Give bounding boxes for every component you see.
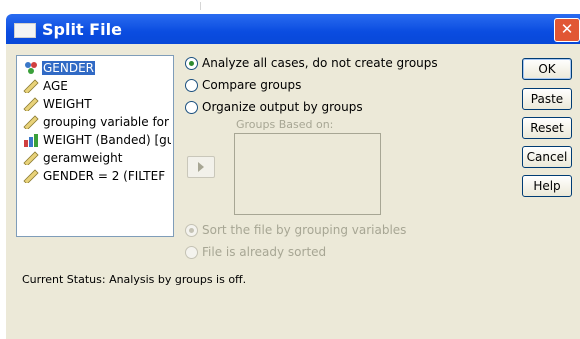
variable-item[interactable]: AGE (23, 78, 171, 94)
scale-variable-icon (23, 78, 39, 93)
groups-based-on-list[interactable] (234, 133, 381, 215)
ok-button[interactable]: OK (522, 58, 572, 80)
radio-selected-icon (185, 224, 198, 237)
scale-variable-icon (23, 114, 39, 129)
scale-variable-icon (23, 150, 39, 165)
radio-icon (185, 101, 198, 114)
variable-item[interactable]: geramweight (23, 150, 171, 166)
compare-groups-radio[interactable]: Compare groups (185, 78, 301, 92)
radio-icon (185, 79, 198, 92)
organize-output-radio[interactable]: Organize output by groups (185, 100, 363, 114)
variable-item[interactable]: WEIGHT (23, 96, 171, 112)
variable-item[interactable]: GENDER (23, 60, 171, 76)
variable-item[interactable]: grouping variable for a (23, 114, 171, 130)
close-button[interactable]: ✕ (554, 18, 580, 42)
background-divider (200, 2, 201, 10)
scale-variable-icon (23, 96, 39, 111)
sort-file-radio[interactable]: Sort the file by grouping variables (185, 223, 406, 237)
arrow-right-icon (198, 162, 204, 172)
variable-item[interactable]: WEIGHT (Banded) [gu (23, 132, 171, 148)
scale-variable-icon (23, 168, 39, 183)
variable-list[interactable]: GENDER AGE WEIGHT grouping variable for … (16, 55, 174, 237)
title-bar: Split File ✕ (6, 14, 580, 44)
current-status: Current Status: Analysis by groups is of… (22, 273, 247, 286)
nominal-variable-icon (25, 61, 37, 74)
cancel-button[interactable]: Cancel (522, 146, 572, 168)
move-to-groups-button[interactable] (187, 156, 215, 178)
reset-button[interactable]: Reset (522, 117, 572, 139)
radio-icon (185, 246, 198, 259)
window-title: Split File (42, 20, 122, 39)
paste-button[interactable]: Paste (522, 88, 572, 110)
already-sorted-radio[interactable]: File is already sorted (185, 245, 326, 259)
radio-selected-icon (185, 57, 198, 70)
ordinal-variable-icon (24, 133, 38, 147)
window-icon (14, 23, 36, 38)
analyze-all-radio[interactable]: Analyze all cases, do not create groups (185, 56, 438, 70)
help-button[interactable]: Help (522, 175, 572, 197)
groups-based-on-label: Groups Based on: (236, 118, 334, 131)
variable-item[interactable]: GENDER = 2 (FILTEF (23, 168, 171, 184)
